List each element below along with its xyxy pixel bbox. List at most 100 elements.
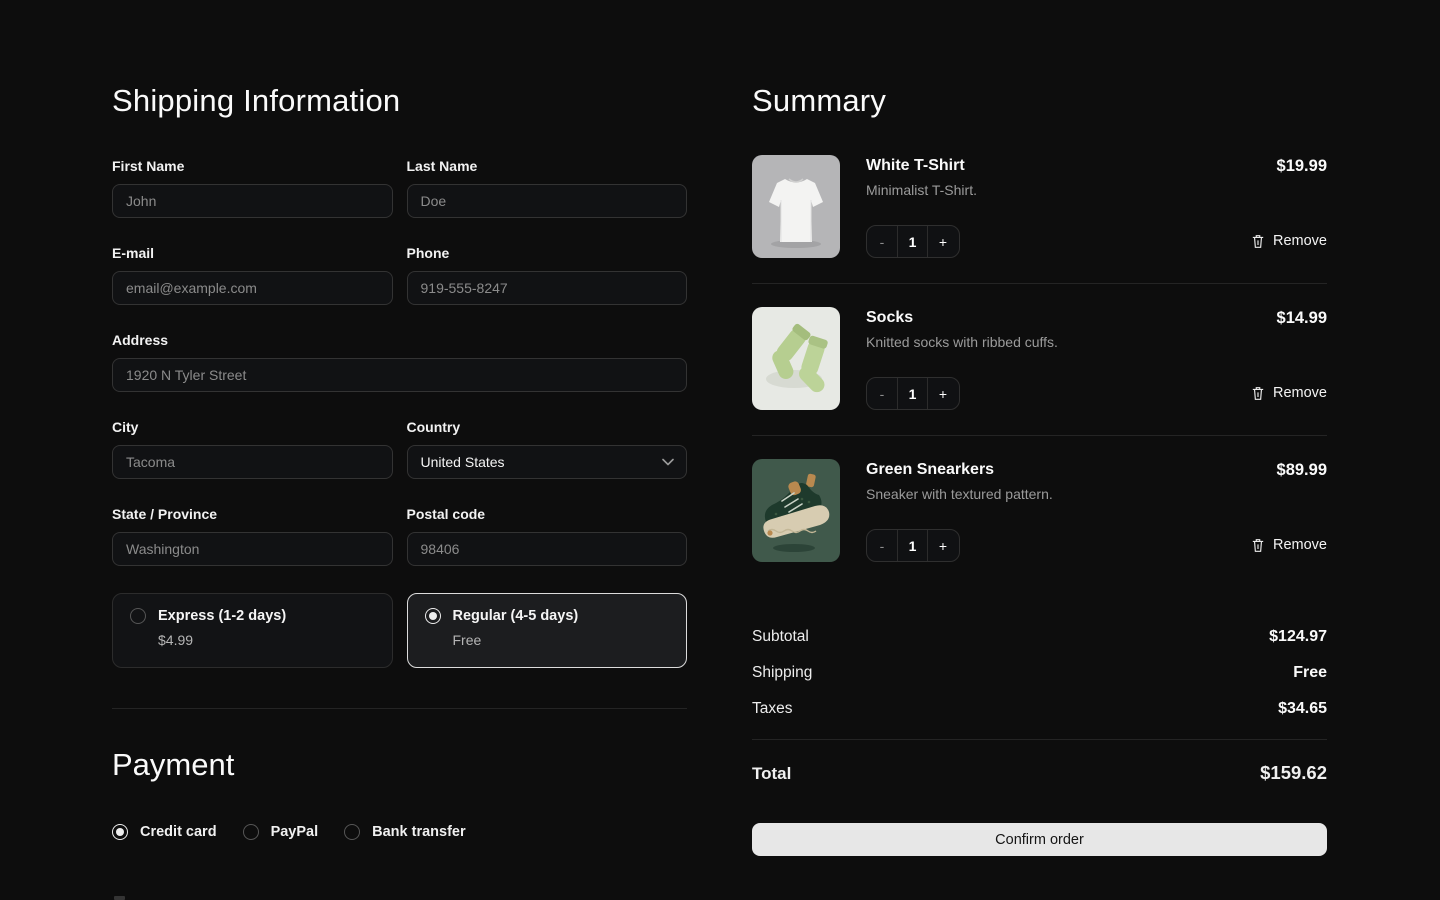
postal-input[interactable] bbox=[407, 532, 688, 566]
phone-field-group: Phone bbox=[407, 245, 688, 305]
item-description: Sneaker with textured pattern. bbox=[866, 486, 1225, 502]
green-socks-image bbox=[752, 307, 840, 410]
payment-method-paypal[interactable]: PayPal bbox=[243, 824, 319, 840]
address-input[interactable] bbox=[112, 358, 687, 392]
summary-title: Summary bbox=[752, 83, 1327, 119]
remove-item-button[interactable]: Remove bbox=[1251, 233, 1327, 249]
remove-item-button[interactable]: Remove bbox=[1251, 385, 1327, 401]
shipping-label: Shipping bbox=[752, 664, 812, 682]
quantity-stepper[interactable]: - 1 + bbox=[866, 377, 960, 410]
item-info: White T-Shirt Minimalist T-Shirt. - 1 + bbox=[866, 155, 1225, 258]
increase-quantity-button[interactable]: + bbox=[928, 530, 958, 561]
cart-item-white-tshirt: White T-Shirt Minimalist T-Shirt. - 1 + … bbox=[752, 119, 1327, 283]
trash-icon bbox=[1251, 538, 1265, 553]
totals-divider bbox=[752, 739, 1327, 740]
taxes-row: Taxes $34.65 bbox=[752, 700, 1327, 718]
item-price: $19.99 bbox=[1277, 157, 1327, 176]
email-input[interactable] bbox=[112, 271, 393, 305]
state-input[interactable] bbox=[112, 532, 393, 566]
shipping-option-regular[interactable]: Regular (4-5 days) Free bbox=[407, 593, 688, 668]
postal-field-group: Postal code bbox=[407, 506, 688, 566]
item-price: $89.99 bbox=[1277, 461, 1327, 480]
city-input[interactable] bbox=[112, 445, 393, 479]
city-label: City bbox=[112, 419, 393, 435]
country-select-value: United States bbox=[421, 454, 505, 470]
shipping-option-regular-label: Regular (4-5 days) bbox=[453, 608, 579, 624]
cutoff-text-artifact bbox=[114, 896, 125, 900]
remove-label: Remove bbox=[1273, 233, 1327, 249]
country-field-group: Country United States bbox=[407, 419, 688, 479]
decrease-quantity-button[interactable]: - bbox=[867, 226, 897, 257]
last-name-field-group: Last Name bbox=[407, 158, 688, 218]
cart-item-socks: Socks Knitted socks with ribbed cuffs. -… bbox=[752, 283, 1327, 435]
radio-unselected-icon[interactable] bbox=[130, 608, 146, 624]
email-field-group: E-mail bbox=[112, 245, 393, 305]
decrease-quantity-button[interactable]: - bbox=[867, 378, 897, 409]
radio-unselected-icon[interactable] bbox=[243, 824, 259, 840]
shipping-option-express-price: $4.99 bbox=[158, 632, 375, 648]
shipping-option-express[interactable]: Express (1-2 days) $4.99 bbox=[112, 593, 393, 668]
trash-icon bbox=[1251, 234, 1265, 249]
quantity-stepper[interactable]: - 1 + bbox=[866, 529, 960, 562]
shipping-section: Shipping Information First Name Last Nam… bbox=[112, 0, 687, 840]
first-name-input[interactable] bbox=[112, 184, 393, 218]
cart-list: White T-Shirt Minimalist T-Shirt. - 1 + … bbox=[752, 119, 1327, 587]
item-name: White T-Shirt bbox=[866, 157, 1225, 175]
first-name-label: First Name bbox=[112, 158, 393, 174]
taxes-value: $34.65 bbox=[1278, 700, 1327, 718]
subtotal-label: Subtotal bbox=[752, 628, 809, 646]
shipping-form: First Name Last Name E-mail Phone Addres… bbox=[112, 158, 687, 566]
shipping-options: Express (1-2 days) $4.99 Regular (4-5 da… bbox=[112, 593, 687, 668]
increase-quantity-button[interactable]: + bbox=[928, 226, 958, 257]
state-field-group: State / Province bbox=[112, 506, 393, 566]
white-tshirt-image bbox=[752, 155, 840, 258]
quantity-stepper[interactable]: - 1 + bbox=[866, 225, 960, 258]
payment-method-credit-card[interactable]: Credit card bbox=[112, 824, 217, 840]
city-field-group: City bbox=[112, 419, 393, 479]
taxes-label: Taxes bbox=[752, 700, 793, 718]
confirm-order-button[interactable]: Confirm order bbox=[752, 823, 1327, 856]
payment-method-bank-transfer[interactable]: Bank transfer bbox=[344, 824, 465, 840]
remove-item-button[interactable]: Remove bbox=[1251, 537, 1327, 553]
summary-section: Summary White T-Shirt Minimalist T-Shirt… bbox=[752, 0, 1327, 856]
address-label: Address bbox=[112, 332, 687, 348]
address-field-group: Address bbox=[112, 332, 687, 392]
item-side: $14.99 Remove bbox=[1251, 307, 1327, 410]
phone-input[interactable] bbox=[407, 271, 688, 305]
total-label: Total bbox=[752, 764, 791, 784]
chevron-down-icon bbox=[662, 458, 674, 466]
radio-selected-icon[interactable] bbox=[112, 824, 128, 840]
increase-quantity-button[interactable]: + bbox=[928, 378, 958, 409]
subtotal-value: $124.97 bbox=[1269, 628, 1327, 646]
item-name: Socks bbox=[866, 309, 1225, 327]
shipping-row: Shipping Free bbox=[752, 664, 1327, 682]
last-name-input[interactable] bbox=[407, 184, 688, 218]
payment-method-bank-transfer-label: Bank transfer bbox=[372, 824, 465, 840]
total-row: Total $159.62 bbox=[752, 762, 1327, 784]
country-label: Country bbox=[407, 419, 688, 435]
payment-method-credit-card-label: Credit card bbox=[140, 824, 217, 840]
quantity-value: 1 bbox=[897, 226, 928, 257]
item-price: $14.99 bbox=[1277, 309, 1327, 328]
quantity-value: 1 bbox=[897, 378, 928, 409]
item-info: Green Snearkers Sneaker with textured pa… bbox=[866, 459, 1225, 562]
radio-selected-icon[interactable] bbox=[425, 608, 441, 624]
green-sneaker-image bbox=[752, 459, 840, 562]
shipping-option-regular-price: Free bbox=[453, 632, 670, 648]
remove-label: Remove bbox=[1273, 385, 1327, 401]
total-value: $159.62 bbox=[1260, 762, 1327, 784]
last-name-label: Last Name bbox=[407, 158, 688, 174]
quantity-value: 1 bbox=[897, 530, 928, 561]
shipping-value: Free bbox=[1293, 664, 1327, 682]
shipping-option-express-label: Express (1-2 days) bbox=[158, 608, 286, 624]
item-description: Knitted socks with ribbed cuffs. bbox=[866, 334, 1225, 350]
radio-unselected-icon[interactable] bbox=[344, 824, 360, 840]
email-label: E-mail bbox=[112, 245, 393, 261]
payment-methods: Credit card PayPal Bank transfer bbox=[112, 824, 687, 840]
decrease-quantity-button[interactable]: - bbox=[867, 530, 897, 561]
section-divider bbox=[112, 708, 687, 709]
country-select[interactable]: United States bbox=[407, 445, 688, 479]
cart-item-green-sneakers: Green Snearkers Sneaker with textured pa… bbox=[752, 435, 1327, 587]
item-description: Minimalist T-Shirt. bbox=[866, 182, 1225, 198]
payment-title: Payment bbox=[112, 747, 687, 783]
